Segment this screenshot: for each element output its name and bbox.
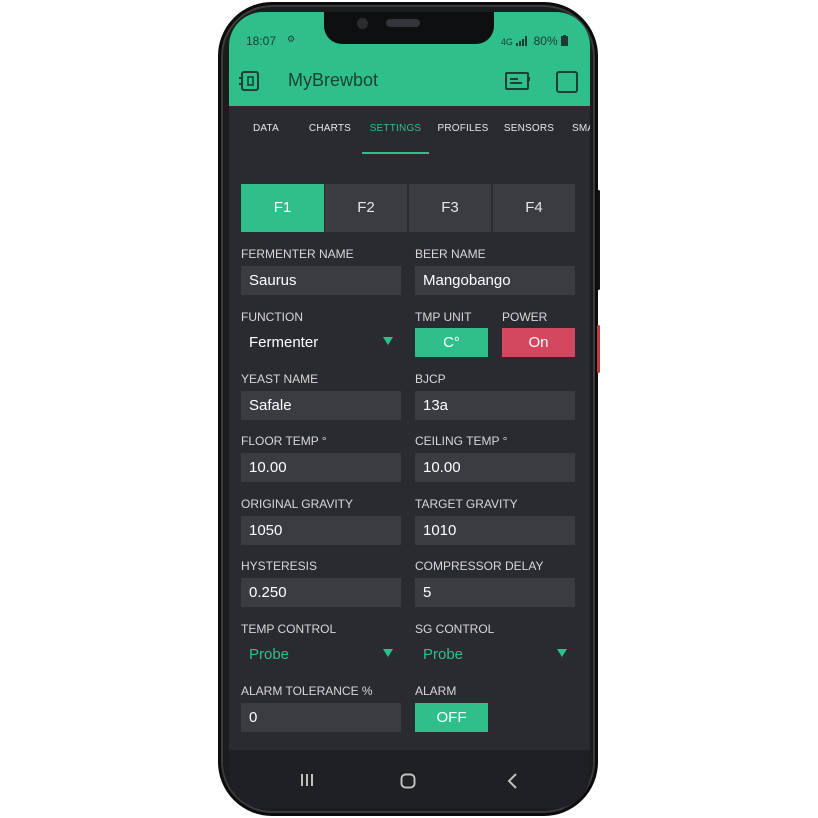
compressor-delay-label: COMPRESSOR DELAY — [415, 559, 544, 573]
fermenter-tab-f1[interactable]: F1 — [241, 184, 324, 232]
beer-name-label: BEER NAME — [415, 247, 486, 261]
volume-button — [597, 190, 600, 290]
alarm-tolerance-label: ALARM TOLERANCE % — [241, 684, 373, 698]
tab-sensors[interactable]: SENSORS — [502, 106, 556, 152]
original-gravity-input[interactable]: 1050 — [241, 516, 401, 545]
beer-name-input[interactable]: Mangobango — [415, 266, 575, 295]
target-gravity-label: TARGET GRAVITY — [415, 497, 518, 511]
function-value: Fermenter — [249, 334, 319, 351]
fermenter-name-input[interactable]: Saurus — [241, 266, 401, 295]
fermenter-tab-f3[interactable]: F3 — [409, 184, 491, 232]
floor-temp-label: FLOOR TEMP ° — [241, 434, 327, 448]
power-label: POWER — [502, 310, 548, 324]
temp-control-value: Probe — [249, 646, 290, 663]
tmp-unit-button[interactable]: C° — [415, 328, 488, 357]
square-icon[interactable] — [556, 71, 578, 98]
temp-control-label: TEMP CONTROL — [241, 622, 337, 636]
speaker-grille — [386, 19, 420, 27]
camera-notch — [324, 12, 494, 44]
original-gravity-label: ORIGINAL GRAVITY — [241, 497, 354, 511]
chevron-down-icon — [383, 337, 393, 345]
yeast-name-label: YEAST NAME — [241, 372, 319, 386]
function-label: FUNCTION — [241, 310, 303, 324]
navigation-bar — [229, 750, 590, 808]
device-icon[interactable] — [239, 69, 263, 98]
home-icon[interactable] — [400, 773, 416, 789]
battery-icon — [561, 35, 568, 46]
signal-text: 4G — [500, 37, 513, 47]
bjcp-input[interactable]: 13a — [415, 391, 575, 420]
battery-text: 80% — [533, 34, 558, 48]
tab-data[interactable]: DATA — [243, 106, 289, 152]
fermenter-name-label: FERMENTER NAME — [241, 247, 354, 261]
ceiling-temp-label: CEILING TEMP ° — [415, 434, 508, 448]
signal-icon — [516, 36, 528, 46]
status-time: 18:07 — [246, 34, 277, 48]
tab-charts[interactable]: CHARTS — [305, 106, 355, 152]
status-gear-icon: ⚙ — [287, 34, 296, 44]
function-select[interactable]: Fermenter — [241, 328, 401, 357]
target-gravity-input[interactable]: 1010 — [415, 516, 575, 545]
chevron-down-icon — [557, 649, 567, 657]
power-button — [597, 325, 600, 373]
fermenter-tab-f4[interactable]: F4 — [493, 184, 575, 232]
power-button-toggle[interactable]: On — [502, 328, 575, 357]
ceiling-temp-input[interactable]: 10.00 — [415, 453, 575, 482]
sg-control-label: SG CONTROL — [415, 622, 495, 636]
sg-control-select[interactable]: Probe — [415, 640, 575, 669]
battery-card-icon[interactable] — [505, 71, 531, 96]
yeast-name-input[interactable]: Safale — [241, 391, 401, 420]
tab-profiles[interactable]: PROFILES — [437, 106, 489, 152]
sg-control-value: Probe — [423, 646, 464, 663]
chevron-down-icon — [383, 649, 393, 657]
fermenter-tab-f2[interactable]: F2 — [325, 184, 407, 232]
recents-icon[interactable] — [299, 772, 315, 788]
alarm-tolerance-input[interactable]: 0 — [241, 703, 401, 732]
temp-control-select[interactable]: Probe — [241, 640, 401, 669]
compressor-delay-input[interactable]: 5 — [415, 578, 575, 607]
hysteresis-label: HYSTERESIS — [241, 559, 318, 573]
alarm-toggle-button[interactable]: OFF — [415, 703, 488, 732]
app-bar: MyBrewbot — [229, 56, 590, 106]
tab-sma[interactable]: SMA — [572, 106, 590, 152]
status-right: 4G 80% — [501, 34, 568, 48]
tab-settings[interactable]: SETTINGS — [362, 106, 429, 154]
floor-temp-input[interactable]: 10.00 — [241, 453, 401, 482]
tmp-unit-label: TMP UNIT — [415, 310, 472, 324]
hysteresis-input[interactable]: 0.250 — [241, 578, 401, 607]
tab-bar: DATA CHARTS SETTINGS PROFILES SENSORS SM… — [229, 106, 590, 164]
phone-screen: 18:07 ⚙ 4G 80% MyBrewbot DATA CHARTS SET… — [229, 12, 590, 808]
camera-icon — [355, 16, 370, 31]
alarm-label: ALARM — [415, 684, 457, 698]
bjcp-label: BJCP — [415, 372, 446, 386]
back-icon[interactable] — [505, 772, 519, 790]
app-title: MyBrewbot — [288, 70, 379, 90]
